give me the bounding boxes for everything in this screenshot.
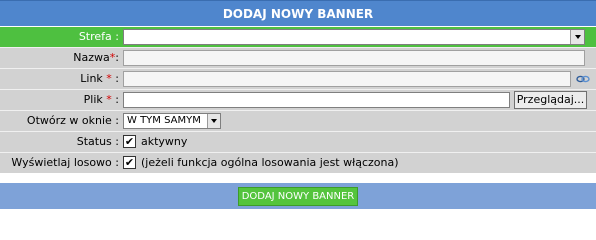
add-banner-form: DODAJ NOWY BANNER Strefa : Nazwa*: Link … — [0, 0, 596, 209]
window-target-select[interactable]: W TYM SAMYM — [123, 113, 221, 129]
form-title: DODAJ NOWY BANNER — [222, 6, 374, 21]
window-target-value: W TYM SAMYM — [127, 115, 201, 126]
otworz-label: Otwórz w oknie : — [26, 114, 119, 127]
row-nazwa: Nazwa*: — [0, 47, 596, 68]
link-label: Link * : — [80, 72, 119, 85]
link-input[interactable] — [123, 71, 571, 87]
row-strefa: Strefa : — [0, 26, 596, 47]
status-checkbox[interactable]: ✔ — [123, 135, 136, 148]
link-icon[interactable] — [576, 73, 590, 85]
losowo-label: Wyświetlaj losowo : — [11, 156, 119, 169]
status-checkbox-label: aktywny — [141, 135, 188, 148]
nazwa-label: Nazwa*: — [73, 51, 119, 64]
strefa-label: Strefa : — [78, 30, 119, 43]
row-losowo: Wyświetlaj losowo : ✔ (jeżeli funkcja og… — [0, 152, 596, 173]
form-header: DODAJ NOWY BANNER — [0, 0, 596, 26]
random-display-checkbox[interactable]: ✔ — [123, 156, 136, 169]
status-label: Status : — [76, 135, 119, 148]
chevron-down-icon[interactable] — [207, 114, 220, 128]
submit-button[interactable]: DODAJ NOWY BANNER — [238, 187, 358, 206]
row-plik: Plik * : Przeglądaj... — [0, 89, 596, 110]
row-link: Link * : — [0, 68, 596, 89]
nazwa-input[interactable] — [123, 50, 585, 66]
plik-label: Plik * : — [83, 93, 119, 106]
random-display-checkbox-label: (jeżeli funkcja ogólna losowania jest wł… — [141, 156, 399, 169]
file-input[interactable] — [123, 92, 510, 108]
browse-button[interactable]: Przeglądaj... — [514, 91, 587, 109]
chevron-down-icon[interactable] — [570, 30, 584, 44]
strefa-select[interactable] — [123, 29, 585, 45]
row-status: Status : ✔ aktywny — [0, 131, 596, 152]
row-otworz: Otwórz w oknie : W TYM SAMYM — [0, 110, 596, 131]
